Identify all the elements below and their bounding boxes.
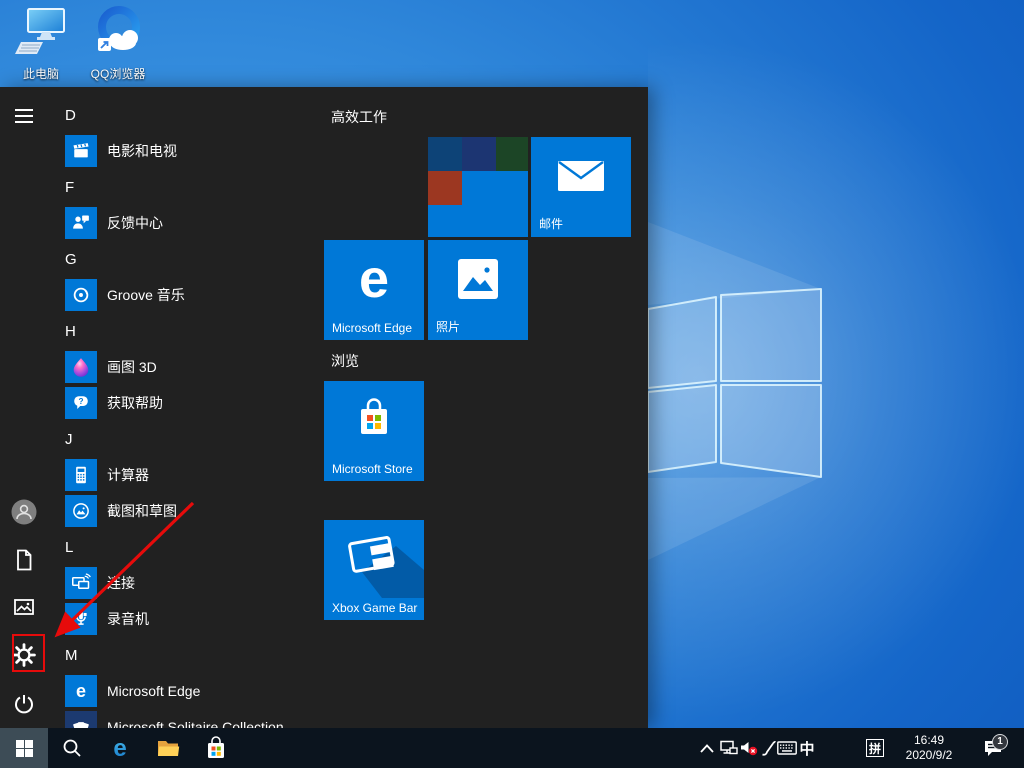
taskbar-edge-button[interactable]: e (96, 728, 144, 768)
connect-icon (65, 567, 97, 599)
desktop: 此电脑 QQ浏览器 (0, 0, 1024, 768)
pictures-button[interactable] (0, 583, 48, 631)
app-item-movies-tv[interactable]: 电影和电视 (48, 133, 320, 169)
calculator-icon (65, 459, 97, 491)
letter-header[interactable]: M (48, 637, 320, 673)
chevron-up-icon (700, 744, 714, 753)
power-button[interactable] (0, 680, 48, 728)
app-item-get-help[interactable]: ? 获取帮助 (48, 385, 320, 421)
movies-tv-icon (65, 135, 97, 167)
letter-header[interactable]: G (48, 241, 320, 277)
letter-header[interactable]: D (48, 97, 320, 133)
edge-icon: e (107, 735, 133, 761)
tile-microsoft-store[interactable]: Microsoft Store (324, 381, 424, 481)
volume-muted-icon (740, 740, 758, 756)
snip-sketch-icon (65, 495, 97, 527)
taskbar-store-button[interactable] (192, 728, 240, 768)
tray-show-hidden-icons[interactable] (697, 728, 717, 768)
mosaic-square (462, 137, 496, 171)
start-button[interactable] (0, 728, 48, 768)
voice-recorder-icon (65, 603, 97, 635)
file-explorer-icon (156, 737, 180, 759)
tray-volume-muted[interactable] (739, 728, 759, 768)
tray-action-center[interactable]: 1 (978, 728, 1008, 768)
microsoft-edge-icon: e (324, 240, 424, 318)
paint-3d-icon (65, 351, 97, 383)
app-item-voice-recorder[interactable]: 录音机 (48, 601, 320, 637)
start-app-list: D 电影和电视 F 反馈中心 G (48, 97, 320, 728)
documents-button[interactable] (0, 536, 48, 584)
app-item-groove-music[interactable]: Groove 音乐 (48, 277, 320, 313)
annotation-highlight-box (12, 634, 45, 672)
notification-count-badge: 1 (992, 734, 1008, 750)
letter-header[interactable]: H (48, 313, 320, 349)
microsoft-edge-icon: e (65, 675, 97, 707)
desktop-icon-label: QQ浏览器 (83, 65, 153, 82)
tray-touch-keyboard[interactable] (775, 728, 799, 768)
photos-icon (428, 240, 528, 318)
pen-icon (761, 740, 776, 756)
desktop-icon-this-pc[interactable]: 此电脑 (6, 6, 76, 82)
svg-text:e: e (76, 681, 86, 701)
tile-xbox-game-bar[interactable]: Xbox Game Bar (324, 520, 424, 620)
this-pc-icon (13, 6, 69, 58)
letter-header[interactable]: L (48, 529, 320, 565)
microsoft-store-icon (324, 381, 424, 459)
app-item-feedback-hub[interactable]: 反馈中心 (48, 205, 320, 241)
app-item-microsoft-edge[interactable]: e Microsoft Edge (48, 673, 320, 709)
pictures-icon (12, 595, 36, 619)
store-icon (205, 736, 227, 760)
mosaic-square (428, 171, 462, 205)
tile-photos[interactable]: 照片 (428, 240, 528, 340)
mosaic-square (496, 137, 528, 171)
start-menu-expand-button[interactable] (0, 92, 48, 140)
taskbar-search-button[interactable] (48, 728, 96, 768)
tile-pinned-mosaic[interactable] (428, 137, 528, 237)
mail-icon (531, 137, 631, 215)
app-item-connect[interactable]: 连接 (48, 565, 320, 601)
user-avatar-icon (11, 499, 37, 525)
network-icon (720, 740, 738, 756)
mosaic-square (428, 137, 462, 171)
start-icon (16, 740, 33, 757)
tile-microsoft-edge[interactable]: e Microsoft Edge (324, 240, 424, 340)
letter-header[interactable]: F (48, 169, 320, 205)
svg-text:e: e (113, 735, 126, 761)
solitaire-icon (65, 711, 97, 728)
desktop-icon-qq-browser[interactable]: QQ浏览器 (83, 2, 153, 82)
tile-mail[interactable]: 邮件 (531, 137, 631, 237)
documents-icon (12, 548, 36, 572)
taskbar-file-explorer-button[interactable] (144, 728, 192, 768)
app-item-snip-sketch[interactable]: 截图和草图 (48, 493, 320, 529)
hamburger-menu-icon (14, 108, 34, 124)
qq-browser-icon (89, 2, 147, 58)
touch-keyboard-icon (777, 741, 797, 755)
feedback-hub-icon (65, 207, 97, 239)
app-item-calculator[interactable]: 计算器 (48, 457, 320, 493)
app-item-solitaire[interactable]: Microsoft Solitaire Collection (48, 709, 320, 728)
search-icon (62, 738, 82, 758)
tray-clock[interactable]: 16:49 2020/9/2 (894, 728, 964, 768)
tile-section-title: 高效工作 (331, 107, 387, 127)
app-item-paint-3d[interactable]: 画图 3D (48, 349, 320, 385)
get-help-icon: ? (65, 387, 97, 419)
clock-time: 16:49 (914, 733, 944, 748)
letter-header[interactable]: J (48, 421, 320, 457)
tray-network[interactable] (719, 728, 739, 768)
xbox-game-bar-icon (324, 520, 424, 598)
tray-ime-language[interactable]: 中 (797, 728, 817, 768)
clock-date: 2020/9/2 (906, 748, 953, 763)
power-icon (12, 692, 36, 716)
start-menu: D 电影和电视 F 反馈中心 G (0, 87, 648, 728)
groove-music-icon (65, 279, 97, 311)
taskbar: e (0, 728, 1024, 768)
svg-text:?: ? (78, 397, 83, 406)
wallpaper-windows-logo (648, 0, 1024, 728)
tile-section-title: 浏览 (331, 351, 359, 371)
desktop-icon-label: 此电脑 (6, 65, 76, 82)
tray-ime-mode[interactable]: 拼 (864, 728, 886, 768)
user-account-button[interactable] (0, 488, 48, 536)
